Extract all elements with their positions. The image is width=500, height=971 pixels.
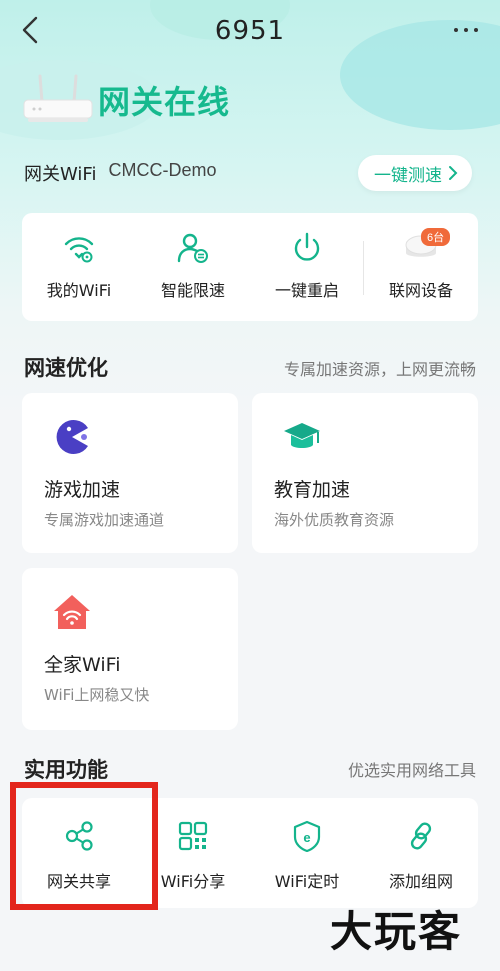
quick-action-restart[interactable]: 一键重启 (250, 213, 364, 321)
edu-accel-card[interactable]: 教育加速 海外优质教育资源 (252, 393, 478, 553)
dot-icon (464, 28, 468, 32)
chevron-right-icon (449, 166, 458, 180)
divider (363, 241, 364, 295)
tools-subtitle: 优选实用网络工具 (347, 761, 476, 780)
watermark: 大玩客 (330, 907, 463, 956)
gateway-wifi-info: 网关WiFi CMCC-Demo (24, 160, 216, 186)
gateway-status: 网关在线 (98, 83, 231, 121)
card-subtitle: 海外优质教育资源 (274, 511, 395, 529)
wifi-ssid: CMCC-Demo (108, 160, 217, 180)
card-title: 游戏加速 (44, 479, 121, 501)
tool-label: 添加组网 (388, 872, 453, 891)
dot-icon (454, 28, 458, 32)
home-wifi-icon (54, 595, 90, 629)
quick-action-label: 我的WiFi (46, 281, 112, 300)
quick-action-label: 智能限速 (160, 281, 225, 300)
card-title: 教育加速 (274, 479, 351, 501)
quick-action-label: 联网设备 (388, 281, 453, 300)
svg-text:e: e (303, 830, 310, 845)
tool-label: WiFi分享 (160, 872, 226, 891)
power-icon (294, 232, 320, 261)
quick-action-my-wifi[interactable]: 我的WiFi (22, 213, 136, 321)
tool-add-mesh[interactable]: 添加组网 (364, 798, 478, 908)
card-subtitle: WiFi上网稳又快 (44, 686, 150, 704)
qr-code-icon (178, 821, 208, 851)
speedtest-button[interactable]: 一键测速 (358, 155, 472, 191)
more-options-button[interactable] (446, 14, 486, 46)
dot-icon (474, 28, 478, 32)
link-icon (410, 822, 432, 850)
top-bar: 6951 (0, 0, 500, 62)
tool-label: WiFi定时 (274, 872, 340, 891)
speedtest-label: 一键测速 (374, 165, 442, 186)
timer-e-icon: e (293, 820, 321, 852)
game-accel-card[interactable]: 游戏加速 专属游戏加速通道 (22, 393, 238, 553)
card-title: 全家WiFi (44, 654, 121, 676)
devices-count-badge: 6台 (421, 228, 451, 246)
quick-action-label: 一键重启 (274, 281, 339, 300)
quick-action-speed-limit[interactable]: 智能限速 (136, 213, 250, 321)
tools-title: 实用功能 (24, 758, 108, 782)
card-subtitle: 专属游戏加速通道 (44, 511, 165, 529)
router-image (23, 74, 93, 122)
quick-actions-card: 我的WiFi 智能限速 一键重启 6台 联网设备 (22, 213, 478, 321)
user-speed-limit-icon (177, 233, 208, 263)
highlight-annotation (10, 782, 158, 910)
speed-opt-subtitle: 专属加速资源，上网更流畅 (283, 360, 476, 379)
graduation-cap-icon (284, 423, 320, 448)
quick-action-devices[interactable]: 6台 联网设备 (364, 213, 478, 321)
page-title: 6951 (214, 16, 286, 46)
family-wifi-card[interactable]: 全家WiFi WiFi上网稳又快 (22, 568, 238, 730)
tool-wifi-timer[interactable]: e WiFi定时 (250, 798, 364, 908)
speed-opt-title: 网速优化 (24, 356, 108, 380)
wifi-label: 网关WiFi (24, 164, 97, 185)
wifi-settings-icon (64, 237, 94, 263)
game-pacman-icon (56, 420, 88, 454)
